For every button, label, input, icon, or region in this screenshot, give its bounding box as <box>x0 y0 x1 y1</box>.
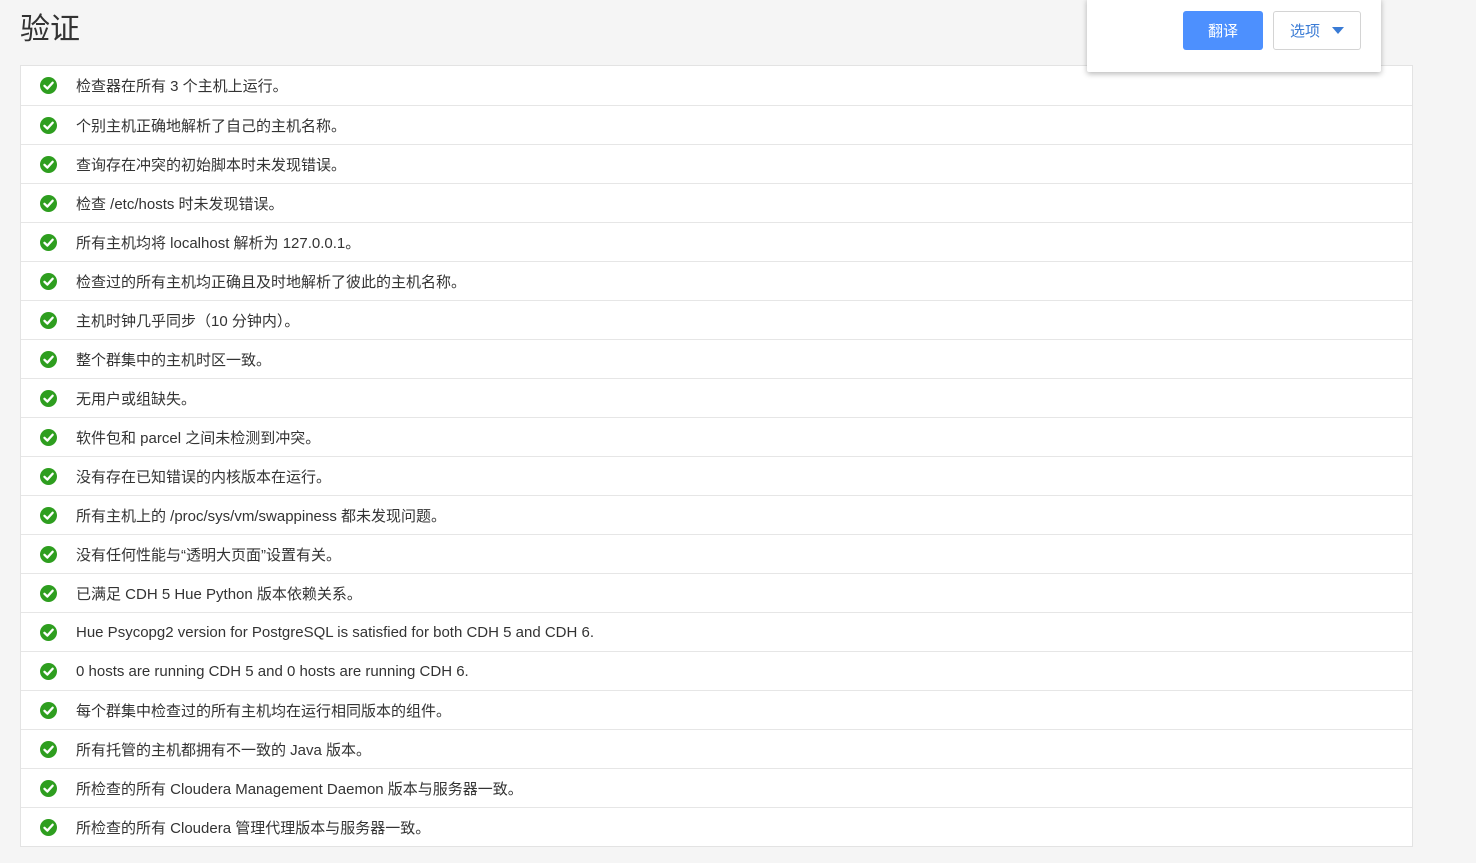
check-row: 没有任何性能与“透明大页面”设置有关。 <box>21 534 1412 573</box>
check-row-text: 已满足 CDH 5 Hue Python 版本依赖关系。 <box>76 585 362 603</box>
check-row-text: 查询存在冲突的初始脚本时未发现错误。 <box>76 156 347 174</box>
options-button[interactable]: 选项 <box>1273 11 1361 50</box>
check-row: 个别主机正确地解析了自己的主机名称。 <box>21 105 1412 144</box>
caret-down-icon <box>1332 27 1344 34</box>
check-circle-icon <box>40 311 57 329</box>
check-row-text: 没有存在已知错误的内核版本在运行。 <box>76 468 332 486</box>
check-row-text: 主机时钟几乎同步（10 分钟内）。 <box>76 312 300 330</box>
check-circle-icon <box>40 701 57 719</box>
check-row-text: 检查过的所有主机均正确且及时地解析了彼此的主机名称。 <box>76 273 467 291</box>
check-row-text: 每个群集中检查过的所有主机均在运行相同版本的组件。 <box>76 702 452 720</box>
options-button-label: 选项 <box>1289 23 1320 40</box>
check-row: 所有托管的主机都拥有不一致的 Java 版本。 <box>21 729 1412 768</box>
check-row: 所有主机均将 localhost 解析为 127.0.0.1。 <box>21 222 1412 261</box>
check-row: 主机时钟几乎同步（10 分钟内）。 <box>21 300 1412 339</box>
check-row-text: 所有托管的主机都拥有不一致的 Java 版本。 <box>76 741 372 759</box>
check-circle-icon <box>40 662 57 680</box>
check-row-text: 检查 /etc/hosts 时未发现错误。 <box>76 195 284 213</box>
check-row: 检查 /etc/hosts 时未发现错误。 <box>21 183 1412 222</box>
check-row: 查询存在冲突的初始脚本时未发现错误。 <box>21 144 1412 183</box>
check-circle-icon <box>40 467 57 485</box>
check-row-text: 整个群集中的主机时区一致。 <box>76 351 272 369</box>
check-row-text: 没有任何性能与“透明大页面”设置有关。 <box>76 546 341 564</box>
check-circle-icon <box>40 116 57 134</box>
check-circle-icon <box>40 389 57 407</box>
check-circle-icon <box>40 272 57 290</box>
check-row: 已满足 CDH 5 Hue Python 版本依赖关系。 <box>21 573 1412 612</box>
check-circle-icon <box>40 623 57 641</box>
check-row-text: 检查器在所有 3 个主机上运行。 <box>76 78 288 95</box>
translate-button[interactable]: 翻译 <box>1183 11 1263 50</box>
check-row-text: 所有主机上的 /proc/sys/vm/swappiness 都未发现问题。 <box>76 507 447 525</box>
check-row: Hue Psycopg2 version for PostgreSQL is s… <box>21 612 1412 651</box>
check-row-text: 所有主机均将 localhost 解析为 127.0.0.1。 <box>76 234 361 252</box>
check-row-text: 所检查的所有 Cloudera 管理代理版本与服务器一致。 <box>76 819 431 837</box>
check-circle-icon <box>40 740 57 758</box>
check-circle-icon <box>40 506 57 524</box>
check-circle-icon <box>40 77 57 94</box>
check-row: 所检查的所有 Cloudera 管理代理版本与服务器一致。 <box>21 807 1412 846</box>
check-row: 检查过的所有主机均正确且及时地解析了彼此的主机名称。 <box>21 261 1412 300</box>
check-circle-icon <box>40 194 57 212</box>
check-circle-icon <box>40 155 57 173</box>
check-circle-icon <box>40 818 57 836</box>
check-circle-icon <box>40 233 57 251</box>
page-title: 验证 <box>20 13 80 46</box>
check-circle-icon <box>40 428 57 446</box>
check-circle-icon <box>40 779 57 797</box>
check-row: 每个群集中检查过的所有主机均在运行相同版本的组件。 <box>21 690 1412 729</box>
check-row: 没有存在已知错误的内核版本在运行。 <box>21 456 1412 495</box>
check-row: 所检查的所有 Cloudera Management Daemon 版本与服务器… <box>21 768 1412 807</box>
check-row: 整个群集中的主机时区一致。 <box>21 339 1412 378</box>
check-row-text: 软件包和 parcel 之间未检测到冲突。 <box>76 429 321 447</box>
translate-popup: 翻译 选项 <box>1087 0 1381 72</box>
check-circle-icon <box>40 350 57 368</box>
check-row-text: 0 hosts are running CDH 5 and 0 hosts ar… <box>76 662 469 680</box>
check-row: 0 hosts are running CDH 5 and 0 hosts ar… <box>21 651 1412 690</box>
check-circle-icon <box>40 545 57 563</box>
check-row-text: 所检查的所有 Cloudera Management Daemon 版本与服务器… <box>76 780 523 798</box>
check-row: 所有主机上的 /proc/sys/vm/swappiness 都未发现问题。 <box>21 495 1412 534</box>
check-circle-icon <box>40 584 57 602</box>
check-row: 无用户或组缺失。 <box>21 378 1412 417</box>
validation-check-list: 检查器在所有 3 个主机上运行。 个别主机正确地解析了自己的主机名称。 查询存在… <box>20 65 1413 847</box>
check-row-text: Hue Psycopg2 version for PostgreSQL is s… <box>76 623 595 641</box>
check-row-text: 个别主机正确地解析了自己的主机名称。 <box>76 117 347 135</box>
check-row: 软件包和 parcel 之间未检测到冲突。 <box>21 417 1412 456</box>
check-row-text: 无用户或组缺失。 <box>76 390 197 408</box>
